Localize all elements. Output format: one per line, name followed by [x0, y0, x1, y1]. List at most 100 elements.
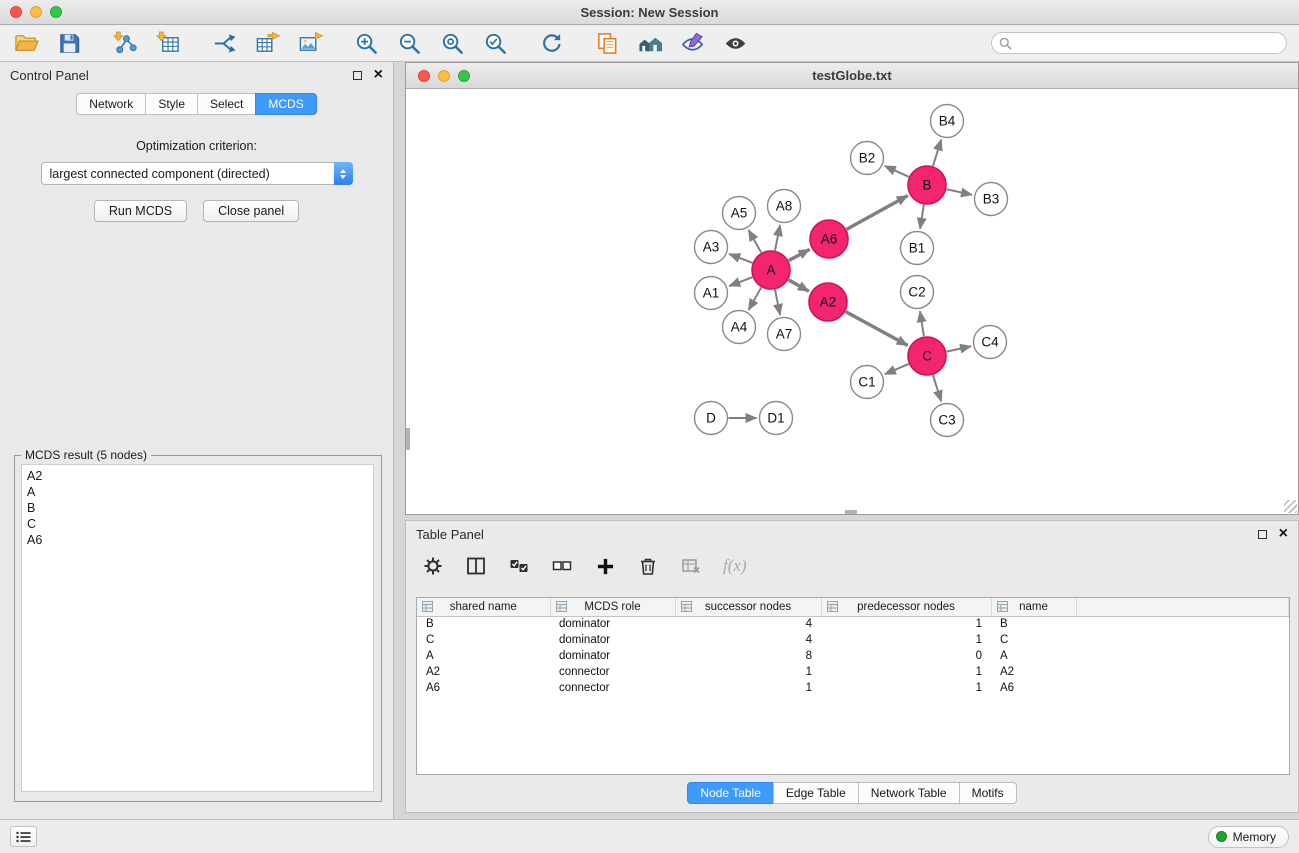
- search-box[interactable]: [991, 32, 1287, 54]
- optimization-criterion-dropdown[interactable]: largest connected component (directed): [41, 162, 353, 185]
- new-network-button[interactable]: [210, 29, 238, 57]
- refresh-icon: [539, 31, 564, 56]
- import-group: [111, 29, 182, 57]
- task-history-button[interactable]: [10, 826, 37, 847]
- column-header-successor-nodes[interactable]: successor nodes: [675, 598, 821, 616]
- close-network-window-button[interactable]: [418, 70, 430, 82]
- refresh-view-button[interactable]: [537, 29, 565, 57]
- ndex-button[interactable]: [636, 29, 664, 57]
- graph-node-label: C4: [981, 335, 999, 350]
- hide-details-button[interactable]: [679, 29, 707, 57]
- window-resize-grip[interactable]: [1284, 500, 1297, 513]
- save-session-button[interactable]: [55, 29, 83, 57]
- zoom-fit-button[interactable]: [438, 29, 466, 57]
- table-panel-tabs: Node Table Edge Table Network Table Moti…: [406, 782, 1298, 804]
- export-group: [210, 29, 324, 57]
- graph-edge-C-C3[interactable]: [933, 375, 941, 401]
- zoom-out-button[interactable]: [395, 29, 423, 57]
- column-header-name[interactable]: name: [991, 598, 1076, 616]
- tab-mcds[interactable]: MCDS: [255, 93, 316, 115]
- search-input[interactable]: [1017, 36, 1279, 50]
- graph-node-label: B2: [859, 151, 876, 166]
- graph-edge-C-C4[interactable]: [947, 346, 971, 351]
- select-all-columns-button[interactable]: [508, 555, 530, 577]
- export-table-button[interactable]: [253, 29, 281, 57]
- column-header-predecessor-nodes[interactable]: predecessor nodes: [821, 598, 991, 616]
- export-image-button[interactable]: [296, 29, 324, 57]
- network-canvas[interactable]: B4B2BB3A5A8A6B1A3AC2A1A2A4A7C4CC1C3DD1: [406, 89, 1298, 514]
- canvas-horizontal-scroll-hint[interactable]: [845, 510, 857, 514]
- close-window-button[interactable]: [10, 6, 22, 18]
- column-attribute-icon: [827, 601, 838, 615]
- tab-select[interactable]: Select: [197, 93, 256, 115]
- delete-column-button[interactable]: [637, 555, 659, 577]
- tab-motifs[interactable]: Motifs: [959, 782, 1017, 804]
- table-settings-button[interactable]: [422, 555, 444, 577]
- mcds-result-groupbox: MCDS result (5 nodes) A2 A B C A6: [14, 455, 382, 802]
- eye-icon: [724, 31, 749, 56]
- graph-edge-A-A7[interactable]: [775, 290, 780, 315]
- graph-edge-B-B1[interactable]: [920, 205, 924, 229]
- tab-style[interactable]: Style: [145, 93, 198, 115]
- graph-edge-A-A4[interactable]: [749, 287, 762, 310]
- import-network-button[interactable]: [111, 29, 139, 57]
- column-header-shared-name[interactable]: shared name: [417, 598, 550, 616]
- chevron-up-icon: [340, 169, 346, 173]
- graph-edge-A2-C[interactable]: [846, 312, 908, 346]
- float-panel-icon[interactable]: [353, 71, 362, 80]
- table-row[interactable]: A2 connector 1 1 A2: [417, 664, 1289, 680]
- open-session-button[interactable]: [12, 29, 40, 57]
- graph-edge-A-A3[interactable]: [729, 254, 752, 263]
- tab-network[interactable]: Network: [76, 93, 146, 115]
- float-table-panel-icon[interactable]: [1258, 530, 1267, 539]
- graph-node-label: A1: [703, 286, 720, 301]
- minimize-window-button[interactable]: [30, 6, 42, 18]
- table-row[interactable]: A6 connector 1 1 A6: [417, 680, 1289, 696]
- add-column-button[interactable]: [594, 555, 616, 577]
- close-table-panel-icon[interactable]: ×: [1279, 526, 1288, 542]
- tab-edge-table[interactable]: Edge Table: [773, 782, 859, 804]
- deselect-all-columns-button[interactable]: [551, 555, 573, 577]
- export-image-icon: [298, 31, 323, 56]
- show-details-button[interactable]: [722, 29, 750, 57]
- mcds-result-legend: MCDS result (5 nodes): [21, 448, 151, 462]
- zoom-selected-icon: [483, 31, 508, 56]
- tab-network-table[interactable]: Network Table: [858, 782, 960, 804]
- graph-node-label: A8: [776, 199, 793, 214]
- close-panel-icon[interactable]: ×: [374, 67, 383, 83]
- graph-edge-A6-B[interactable]: [847, 196, 908, 230]
- graph-edge-C-C1[interactable]: [885, 364, 909, 374]
- graph-edge-A-A5[interactable]: [749, 230, 762, 253]
- canvas-vertical-scroll-hint[interactable]: [406, 428, 410, 450]
- mcds-result-item: A2: [27, 468, 368, 484]
- table-row[interactable]: C dominator 4 1 C: [417, 632, 1289, 648]
- minimize-network-window-button[interactable]: [438, 70, 450, 82]
- graph-edge-B-B2[interactable]: [885, 166, 909, 177]
- graph-edge-A-A8[interactable]: [775, 225, 780, 250]
- graph-edge-B-B4[interactable]: [933, 140, 941, 166]
- graph-edge-A-A1[interactable]: [729, 277, 752, 286]
- close-panel-button[interactable]: Close panel: [203, 200, 299, 222]
- copy-document-button[interactable]: [593, 29, 621, 57]
- zoom-network-window-button[interactable]: [458, 70, 470, 82]
- graph-node-label: D: [706, 411, 716, 426]
- run-mcds-button[interactable]: Run MCDS: [94, 200, 187, 222]
- table-row[interactable]: A dominator 8 0 A: [417, 648, 1289, 664]
- tab-node-table[interactable]: Node Table: [687, 782, 774, 804]
- import-table-button[interactable]: [154, 29, 182, 57]
- table-toolbar: f(x): [406, 547, 1298, 585]
- unchecked-boxes-icon: [552, 556, 572, 576]
- zoom-window-button[interactable]: [50, 6, 62, 18]
- graph-edge-A-A6[interactable]: [789, 249, 810, 260]
- delete-table-button[interactable]: [680, 555, 702, 577]
- zoom-selected-button[interactable]: [481, 29, 509, 57]
- graph-edge-A-A2[interactable]: [788, 280, 808, 291]
- graph-edge-C-C2[interactable]: [920, 311, 924, 336]
- column-header-mcds-role[interactable]: MCDS role: [550, 598, 675, 616]
- memory-button[interactable]: Memory: [1208, 826, 1289, 848]
- function-builder-button[interactable]: f(x): [723, 556, 747, 576]
- table-row[interactable]: B dominator 4 1 B: [417, 616, 1289, 632]
- show-columns-button[interactable]: [465, 555, 487, 577]
- zoom-in-button[interactable]: [352, 29, 380, 57]
- graph-edge-B-B3[interactable]: [947, 189, 972, 195]
